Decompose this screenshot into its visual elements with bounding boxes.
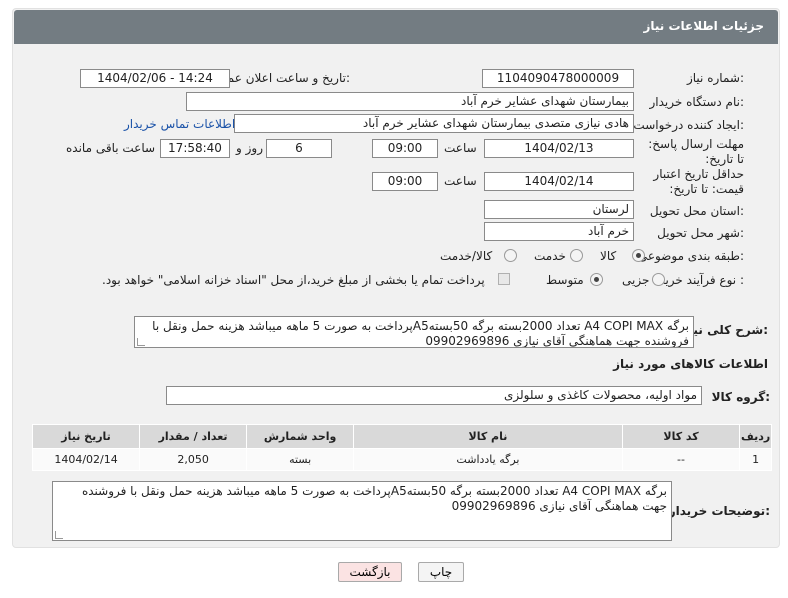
time-left-field: 17:58:40 [160,139,230,158]
treasury-payment-note: پرداخت تمام یا بخشی از مبلغ خرید،از محل … [102,273,485,287]
category-radio-goods[interactable] [632,249,645,262]
buyer-notes-text: برگه A4 COPI MAX تعداد 2000بسته برگه 50ب… [81,484,667,513]
price-validity-label: حداقل تاریخ اعتبار قیمت: تا تاریخ: [653,167,744,196]
process-option-minor: جزیی [622,273,650,287]
cell-row-number: 1 [739,448,772,471]
announce-datetime-field: 1404/02/06 - 14:24 [80,69,230,88]
goods-group-label: گروه کالا: [711,390,770,404]
city-label: شهر محل تحویل: [657,226,744,240]
reply-hour-label: ساعت [444,141,477,155]
reply-deadline-label: مهلت ارسال پاسخ: تا تاریخ: [648,137,744,166]
treasury-payment-checkbox[interactable] [498,273,510,285]
province-label: استان محل تحویل: [649,204,744,218]
province-field: لرستان [484,200,634,219]
buyer-org-label: نام دستگاه خریدار: [649,95,745,109]
goods-table: ردیف کد کالا نام کالا واحد شمارش تعداد /… [31,424,772,471]
col-header-item-code: کد کالا [621,424,741,449]
validity-hour-label: ساعت [444,174,477,188]
table-header-row: ردیف کد کالا نام کالا واحد شمارش تعداد /… [31,424,772,449]
general-desc-text: برگه A4 COPI MAX تعداد 2000بسته برگه 50ب… [152,319,689,348]
general-desc-label: شرح کلی نیاز: [682,323,768,337]
need-number-field: 1104090478000009 [482,69,634,88]
col-header-item-name: نام کالا [353,424,623,449]
buyer-notes-label: توضیحات خریدار: [668,504,770,518]
buyer-org-field: بیمارستان شهدای عشایر خرم آباد [186,92,634,111]
category-radio-goods-service[interactable] [504,249,517,262]
resize-grip-icon[interactable] [55,531,63,539]
panel-header: جزئیات اطلاعات نیاز [14,10,778,44]
hours-left-label: ساعت باقی مانده [66,141,156,155]
process-radio-minor[interactable] [652,273,665,286]
category-radio-service[interactable] [570,249,583,262]
table-row: 1 -- برگه یادداشت بسته 2,050 1404/02/14 [31,448,772,471]
cell-unit: بسته [246,448,355,471]
reply-date-field: 1404/02/13 [484,139,634,158]
validity-time-field: 09:00 [372,172,438,191]
cell-need-date: 1404/02/14 [31,448,141,471]
col-header-quantity: تعداد / مقدار [139,424,248,449]
requester-label: ایجاد کننده درخواست: [633,118,744,132]
buyer-contact-link[interactable]: اطلاعات تماس خریدار [124,117,235,131]
category-option-goods: کالا [600,249,617,263]
buyer-notes-textarea[interactable]: برگه A4 COPI MAX تعداد 2000بسته برگه 50ب… [52,481,672,541]
general-desc-textarea[interactable]: برگه A4 COPI MAX تعداد 2000بسته برگه 50ب… [134,316,694,348]
print-button[interactable]: چاپ [418,562,464,582]
requester-field: هادی نیازی متصدی بیمارستان شهدای عشایر خ… [234,114,634,133]
cell-item-code: -- [621,448,741,471]
validity-date-field: 1404/02/14 [484,172,634,191]
back-button[interactable]: بازگشت [338,562,402,582]
category-option-service: خدمت [534,249,566,263]
resize-grip-icon[interactable] [137,338,145,346]
col-header-row-number: ردیف [739,424,772,449]
col-header-need-date: تاریخ نیاز [31,424,141,449]
cell-item-name: برگه یادداشت [353,448,623,471]
reply-time-field: 09:00 [372,139,438,158]
goods-info-heading: اطلاعات کالاهای مورد نیاز [613,357,768,371]
page-title: جزئیات اطلاعات نیاز [643,19,764,33]
day-and-label: روز و [236,141,263,155]
category-label: طبقه بندی موضوعی: [637,249,744,263]
goods-group-field: مواد اولیه، محصولات کاغذی و سلولزی [166,386,702,405]
process-radio-medium[interactable] [590,273,603,286]
process-type-label: نوع فرآیند خرید : [659,273,744,287]
cell-quantity: 2,050 [139,448,248,471]
city-field: خرم آباد [484,222,634,241]
category-option-goods-service: کالا/خدمت [440,249,493,263]
days-left-field: 6 [266,139,332,158]
process-option-medium: متوسط [546,273,584,287]
col-header-unit: واحد شمارش [246,424,355,449]
need-number-label: شماره نیاز: [686,71,744,85]
